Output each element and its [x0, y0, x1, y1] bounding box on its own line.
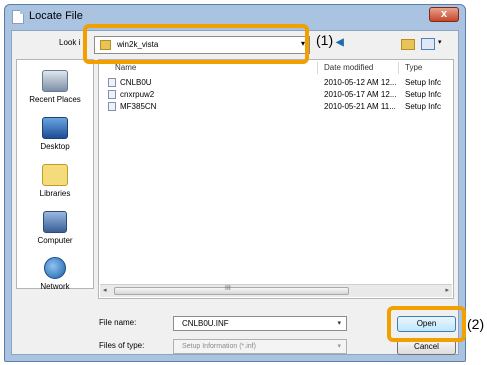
column-header-name[interactable]: Name: [115, 63, 136, 72]
file-date: 2010-05-17 AM 12...: [324, 90, 397, 99]
file-list: Name Date modified Type CNLB0U 2010-05-1…: [98, 59, 454, 299]
place-label: Computer: [37, 236, 73, 245]
file-type-label: Files of type:: [99, 341, 145, 350]
column-divider[interactable]: [398, 62, 399, 74]
view-menu-icon[interactable]: [421, 38, 435, 50]
file-row[interactable]: cnxrpuw2 2010-05-17 AM 12... Setup Infc: [99, 89, 453, 101]
place-label: Libraries: [39, 189, 71, 198]
desktop-icon: [42, 117, 68, 139]
file-row[interactable]: CNLB0U 2010-05-12 AM 12... Setup Infc: [99, 77, 453, 89]
place-libraries[interactable]: Libraries: [17, 164, 93, 198]
file-date: 2010-05-12 AM 12...: [324, 78, 397, 87]
file-name-value: CNLB0U.INF: [182, 319, 229, 328]
column-header-type[interactable]: Type: [405, 63, 422, 72]
setup-file-icon: [108, 78, 116, 87]
close-button[interactable]: x: [429, 7, 459, 22]
view-menu-arrow-icon[interactable]: ▾: [438, 38, 442, 46]
file-row[interactable]: MF385CN 2010-05-21 AM 11... Setup Infc: [99, 101, 453, 113]
file-icon: [12, 10, 24, 24]
look-in-label: Look i: [59, 38, 81, 47]
place-label: Network: [40, 282, 70, 291]
file-name: MF385CN: [120, 102, 157, 111]
setup-file-icon: [108, 90, 116, 99]
horizontal-scrollbar[interactable]: ◂ III ▸: [100, 284, 452, 297]
recent-places-icon: [42, 70, 68, 92]
file-type: Setup Infc: [405, 90, 442, 99]
place-network[interactable]: Network: [17, 257, 93, 291]
chevron-down-icon[interactable]: ▾: [337, 319, 341, 327]
network-icon: [44, 257, 66, 279]
setup-file-icon: [108, 102, 116, 111]
chevron-down-icon[interactable]: ▾: [337, 342, 341, 350]
file-name: cnxrpuw2: [120, 90, 155, 99]
scroll-right-icon[interactable]: ▸: [445, 286, 449, 294]
file-name: CNLB0U: [120, 78, 152, 87]
file-date: 2010-05-21 AM 11...: [324, 102, 396, 111]
highlight-open-button: [387, 306, 466, 342]
file-name-label: File name:: [99, 318, 137, 327]
file-type-value: Setup Information (*.inf): [182, 343, 256, 350]
file-type: Setup Infc: [405, 102, 442, 111]
callout-1: (1): [316, 32, 334, 48]
libraries-icon: [42, 164, 68, 186]
scrollbar-thumb[interactable]: III: [114, 285, 349, 295]
window-title: Locate File: [29, 10, 83, 22]
scroll-grip-icon: III: [225, 285, 231, 292]
place-label: Recent Places: [29, 95, 81, 104]
file-name-input[interactable]: CNLB0U.INF ▾: [173, 316, 347, 331]
file-type: Setup Infc: [405, 78, 442, 87]
scroll-left-icon[interactable]: ◂: [103, 286, 107, 294]
place-label: Desktop: [40, 142, 70, 151]
place-desktop[interactable]: Desktop: [17, 117, 93, 151]
place-computer[interactable]: Computer: [17, 211, 93, 245]
column-divider[interactable]: [317, 62, 318, 74]
place-recent-places[interactable]: Recent Places: [17, 70, 93, 104]
callout-2: (2): [467, 316, 485, 332]
new-folder-icon[interactable]: [401, 39, 415, 50]
column-header-date[interactable]: Date modified: [324, 63, 373, 72]
highlight-look-in: [83, 24, 309, 64]
back-arrow-icon[interactable]: ◀: [336, 37, 344, 48]
computer-icon: [43, 211, 67, 233]
places-bar: Recent Places Desktop Libraries Computer…: [16, 59, 94, 291]
file-type-dropdown[interactable]: Setup Information (*.inf) ▾: [173, 339, 347, 354]
